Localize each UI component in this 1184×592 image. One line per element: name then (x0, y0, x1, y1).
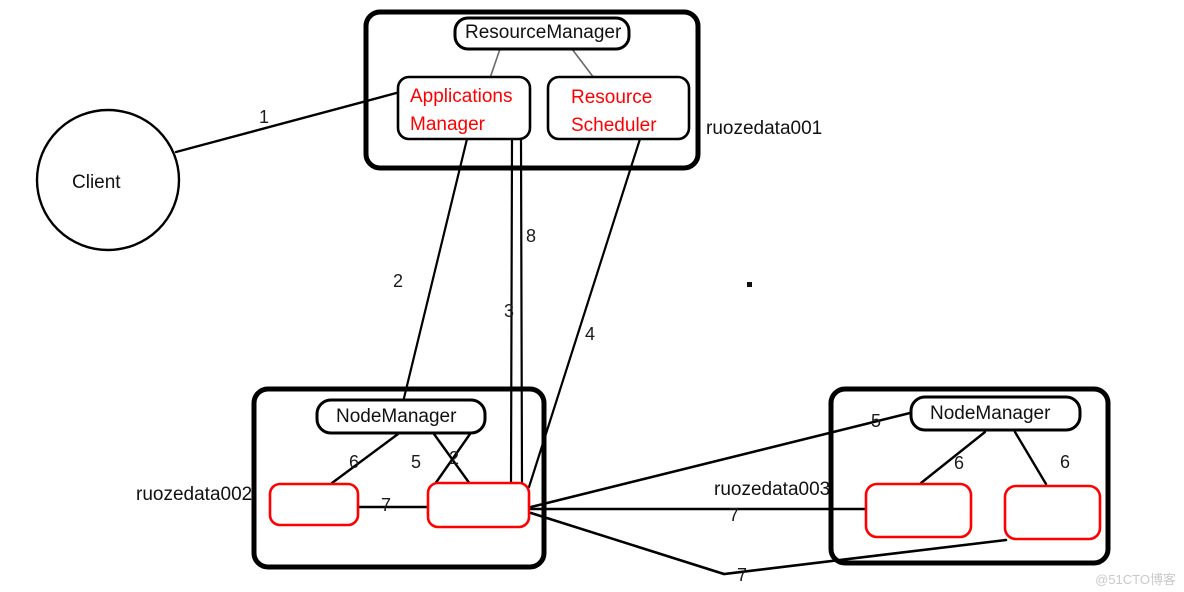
node-manager-label-002: NodeManager (336, 406, 457, 427)
container-box-c (864, 482, 973, 539)
applications-manager-label-line2: Manager (410, 114, 485, 135)
host-label-ruozedata002: ruozedata002 (136, 484, 253, 505)
edge-label-e2b: 2 (449, 448, 460, 468)
edge-label-e1: 1 (259, 107, 270, 127)
node-manager-label-003: NodeManager (930, 403, 1051, 424)
edge-6-nodemanager-to-container-d (1013, 430, 1048, 486)
edge-label-e7b: 7 (729, 505, 740, 525)
edge-label-e6a: 6 (349, 452, 360, 472)
edge-rm-to-resource-scheduler (571, 48, 595, 79)
edge-label-e7a: 7 (381, 495, 392, 515)
edge-6-nodemanager-to-container-a (330, 432, 400, 485)
edge-label-e7c: 7 (737, 565, 748, 585)
host-label-ruozedata001: ruozedata001 (706, 118, 823, 139)
edge-label-e5a: 5 (411, 452, 422, 472)
watermark: @51CTO博客 (1095, 572, 1176, 587)
host-label-ruozedata003: ruozedata003 (714, 479, 831, 500)
edge-8-container-to-apps-manager (519, 137, 524, 488)
edge-6-nodemanager-to-container-c (919, 430, 987, 485)
container-box-b (426, 481, 531, 529)
resource-scheduler-label-line1: Resource (571, 87, 653, 108)
edge-label-e3: 3 (504, 301, 515, 321)
edge-rm-to-apps-manager (489, 48, 501, 79)
client-label: Client (72, 172, 121, 193)
diagram-canvas: Client ResourceManager Applications Mana… (0, 0, 1184, 592)
resource-scheduler-label-line2: Scheduler (571, 115, 657, 136)
edge-label-e6c: 6 (1060, 452, 1071, 472)
edge-label-e8: 8 (526, 226, 537, 246)
container-box-a (268, 482, 360, 527)
resource-manager-label: ResourceManager (465, 22, 622, 43)
edge-label-e6b: 6 (954, 453, 965, 473)
stray-dot (747, 282, 752, 287)
edge-2-apps-manager-to-container (402, 137, 469, 400)
edge-label-e2: 2 (393, 271, 404, 291)
edge-label-e4: 4 (585, 324, 596, 344)
applications-manager-label-line1: Applications (410, 86, 513, 107)
container-box-d (1003, 484, 1102, 541)
edge-label-e5b: 5 (871, 411, 882, 431)
